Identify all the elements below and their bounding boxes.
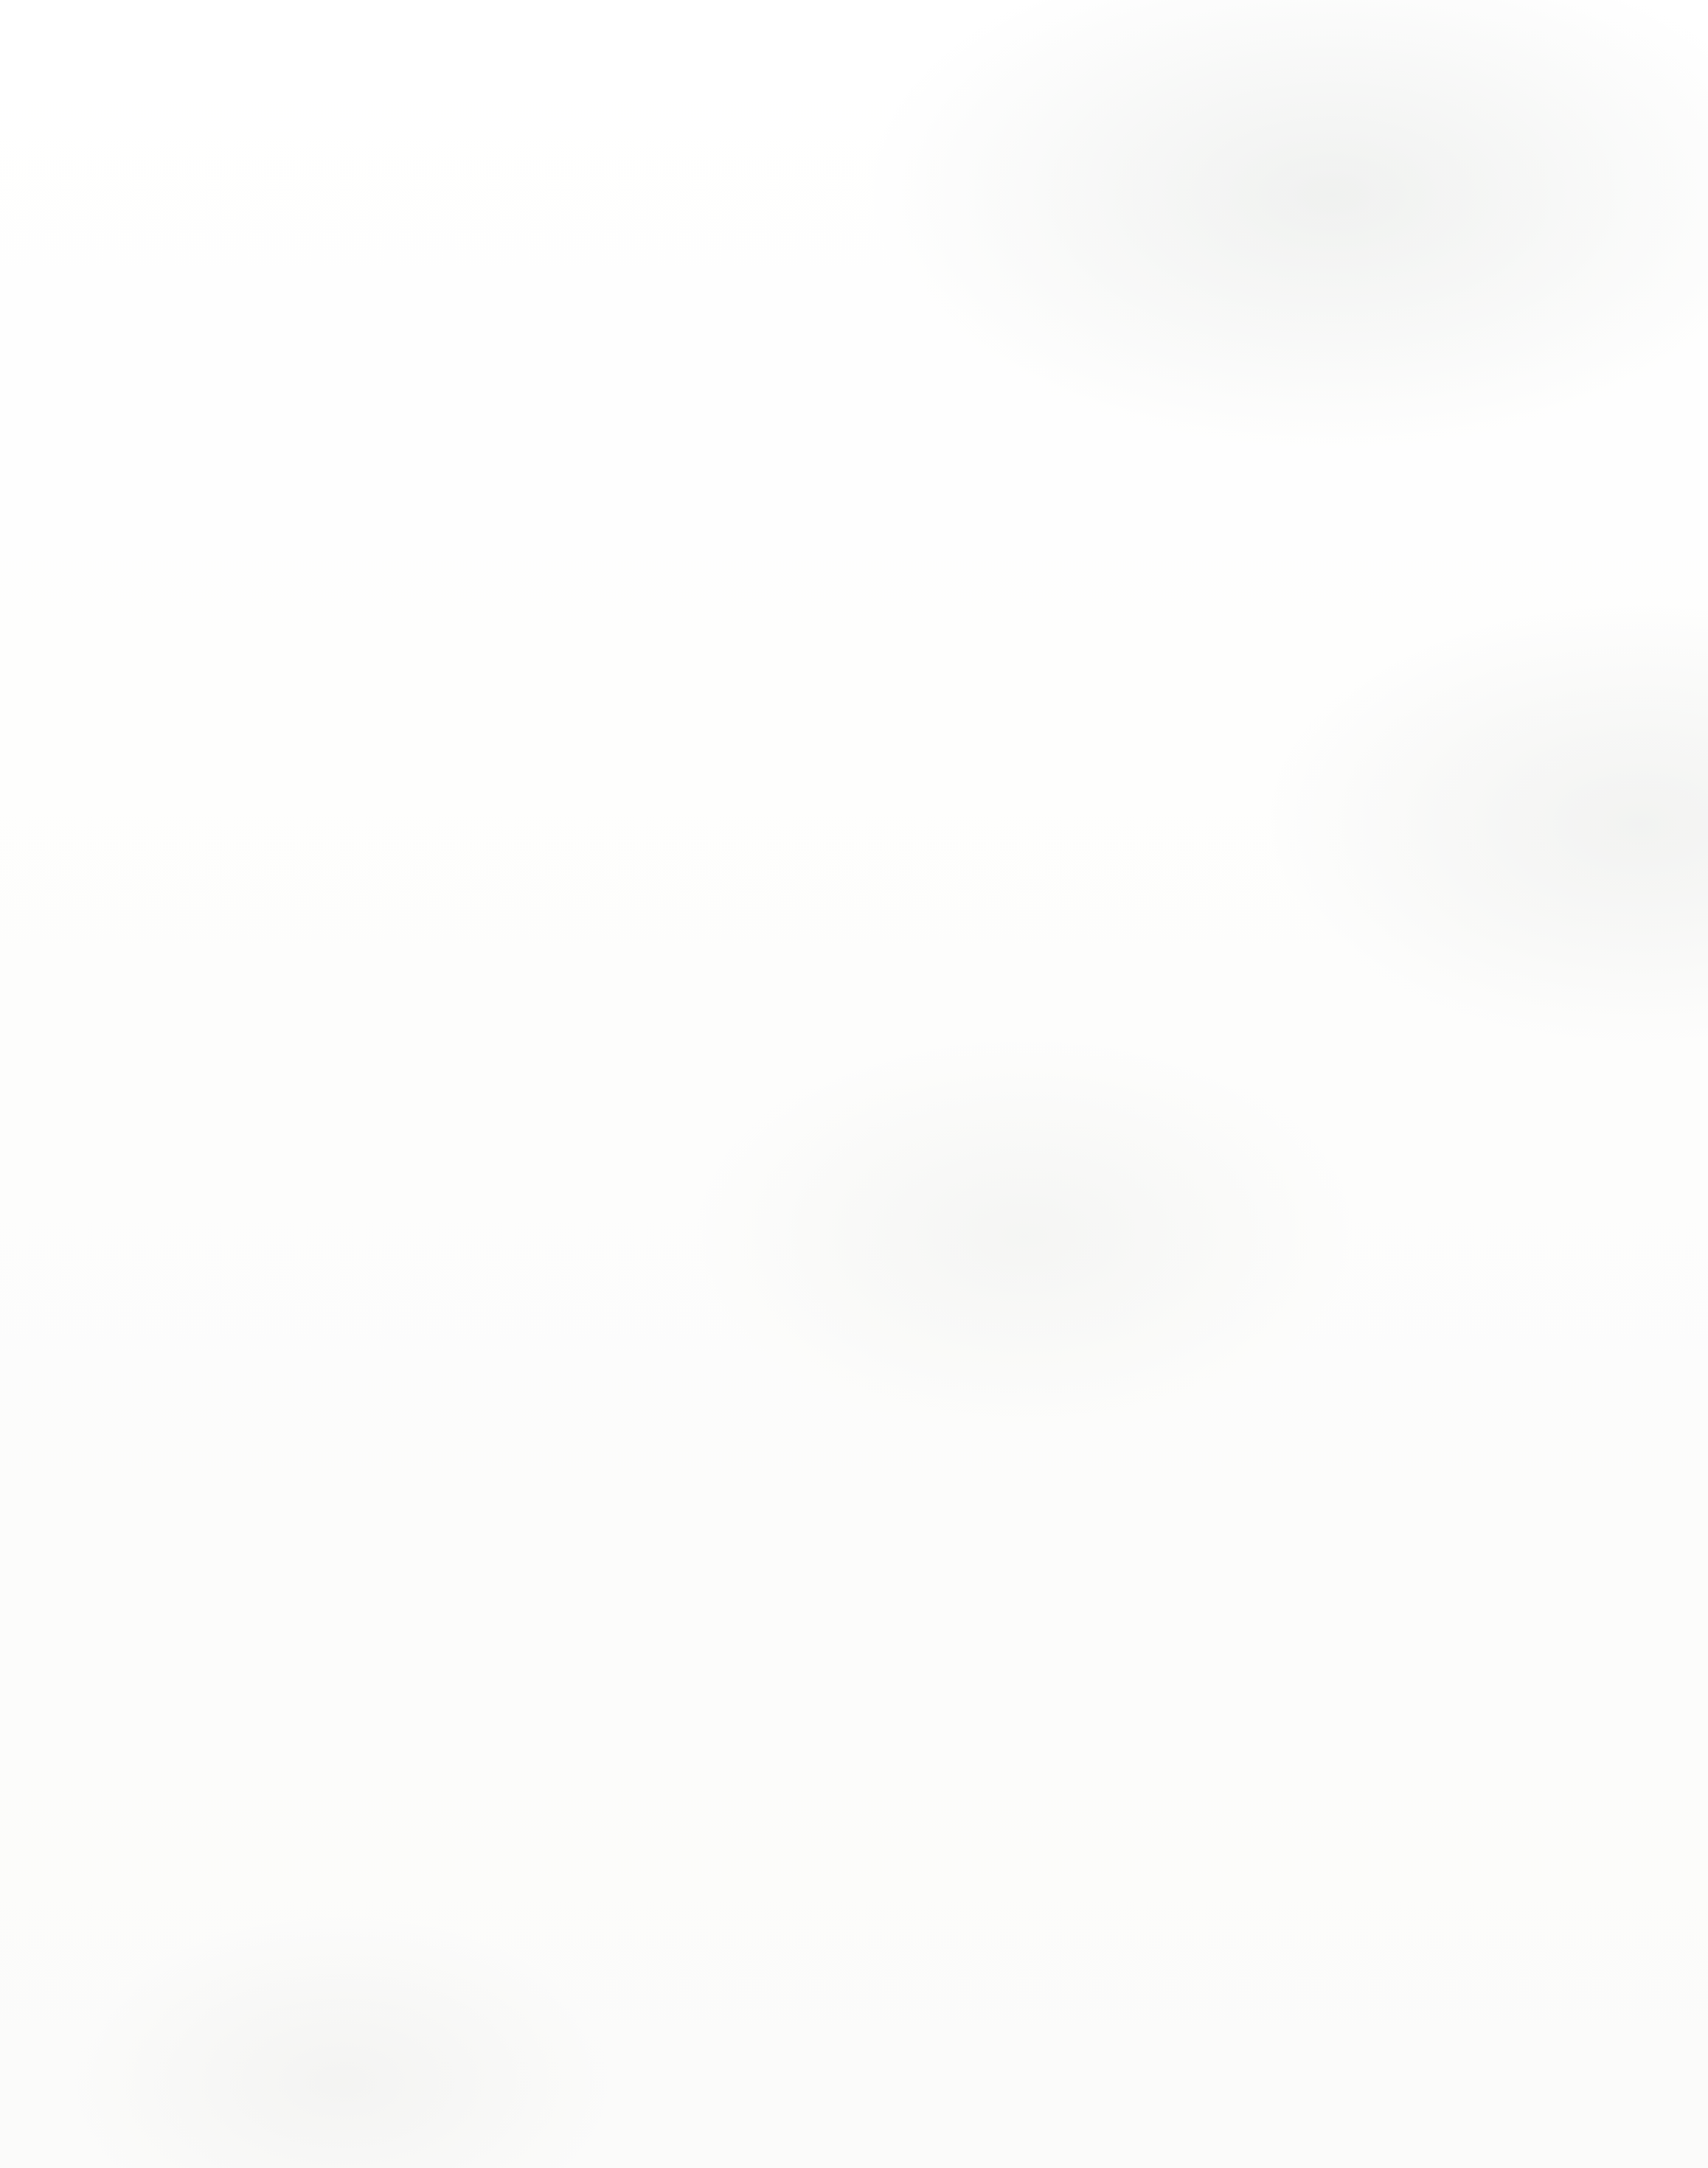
toc-section-title: Basics: [770, 539, 854, 571]
toc-entry[interactable]: 7 Wide Images and Wide Angles–Photograph…: [690, 711, 1551, 743]
toc-entry[interactable]: 6 Panoramas in Contemporary Art: [690, 668, 1218, 700]
toc-entry-title: Aligning Your Images: [770, 1435, 1025, 1467]
toc-entry[interactable]: 4 The First Panoramas: [690, 583, 1058, 614]
toc-entry-title: Panoramas in Contemporary Art: [770, 668, 1156, 700]
toc-entry[interactable]: 35 Camera Settings: [690, 1139, 1001, 1171]
toc-section-page-number: 38: [718, 1263, 751, 1295]
toc-entry[interactable]: 18 Parallax Errors: [690, 967, 980, 999]
toc-section-title: Output: [770, 1698, 863, 1730]
toc-entry-title: Turning One into Three: [770, 1742, 1052, 1773]
toc-entry-title: Historical Development: [770, 625, 1052, 657]
toc-entry[interactable]: 53 Large-Format Digital Printing: [690, 1827, 1183, 1859]
toc-entry-title: VR Panoramic Tripod Heads: [770, 1053, 1107, 1085]
toc-entry-page-number: viii: [712, 423, 751, 454]
toc-section-page-number: 16: [718, 881, 751, 913]
toc-section-title: Stitching: [770, 1263, 890, 1295]
toc-section-stitching[interactable]: 38 Stitching: [690, 1263, 909, 1295]
toc-entry-page-number: 40: [725, 1310, 751, 1338]
toc-entry[interactable]: 48 Off-the-Peg or Made-to-Measure?: [690, 1563, 1231, 1595]
toc-entry-page-number: 18: [725, 928, 751, 956]
toc-entry-list: viii But I Don‘t Have Eyes in the Back o…: [0, 0, 1708, 2168]
toc-entry[interactable]: 44 Transformation: [690, 1392, 985, 1424]
toc-entry-title: Wide Images and Wide Angles–Photographic…: [770, 711, 1442, 743]
toc-section-page-number: 2: [735, 539, 751, 571]
toc-entry-page-number: 12: [725, 757, 751, 785]
toc-page: Table of Contents viii But I Don‘t Have …: [0, 0, 1708, 2168]
toc-entry-title: Camera Settings: [770, 1139, 970, 1171]
toc-entry[interactable]: 4 Historical Development: [690, 625, 1097, 657]
toc-entry[interactable]: 53 It‘s All So Nice and Flat Here: Proje…: [690, 1870, 1427, 1902]
toc-entry-page-number: 53: [725, 1830, 751, 1858]
toc-entry-title: Post-Processing: [770, 1521, 959, 1552]
toc-entry-page-number: 47: [725, 1481, 751, 1509]
toc-entry-page-number: 52: [725, 1787, 751, 1816]
toc-entry-page-number: 48: [725, 1566, 751, 1594]
toc-entry-title: Optical Corrections: [770, 1349, 1004, 1381]
toc-entry-title: Large-Format Digital Printing: [770, 1827, 1125, 1859]
toc-entry[interactable]: 12 Panorama Cameras Then and Now: [690, 754, 1251, 785]
toc-entry[interactable]: 48 Post-Processing: [690, 1521, 989, 1552]
toc-entry-page-number: 46: [725, 1438, 751, 1466]
toc-entry-title: Transformation: [770, 1392, 955, 1424]
toc-entry-title: The First Panoramas: [770, 583, 1018, 614]
toc-entry[interactable]: 23 Hitting the Spot:: [690, 1010, 1003, 1042]
toc-entry-title: Parallax Errors: [770, 967, 951, 999]
toc-entry-page-number: 35: [725, 1142, 751, 1170]
toc-entry-title: It‘s All So Nice and Flat Here: Projecti…: [770, 1870, 1336, 1902]
toc-entry-page-number: 44: [725, 1395, 751, 1423]
toc-entry-intro[interactable]: viii But I Don‘t Have Eyes in the Back o…: [690, 423, 1483, 454]
toc-entry[interactable]: 52 Interactive Digital Panoramas: [690, 1785, 1184, 1816]
toc-entry-page-number: 48: [725, 1523, 751, 1552]
toc-entry-title: Rendering and Blending: [770, 1478, 1060, 1509]
toc-entry[interactable]: 40 Optical Corrections: [690, 1349, 1041, 1381]
toc-entry-page-number: 30: [725, 1099, 751, 1128]
toc-entry-page-number: 18: [725, 970, 751, 998]
toc-entry-page-number: 40: [725, 1352, 751, 1380]
toc-entry-title: Stitching: The Emperor‘s New Images?: [770, 1307, 1239, 1338]
toc-section-title: Shooting: [770, 881, 889, 913]
toc-entry-title: Turning on the Spot: [770, 925, 1010, 956]
toc-entry[interactable]: 46 Aligning Your Images: [690, 1435, 1066, 1467]
toc-entry-page-number: 6: [738, 671, 751, 699]
toc-entry-page-number: 7: [738, 714, 751, 742]
toc-section-page-number: 50: [718, 1698, 751, 1730]
toc-entry[interactable]: 40 Stitching: The Emperor‘s New Images?: [690, 1307, 1315, 1338]
toc-entry-page-number: 52: [725, 1745, 751, 1773]
toc-entry-title: The Dilemma, Part 1: No Hardware is Perf…: [770, 1097, 1322, 1128]
toc-entry[interactable]: 30 The Dilemma, Part 1: No Hardware is P…: [690, 1097, 1411, 1128]
toc-entry-title: But I Don‘t Have Eyes in the Back of my …: [770, 423, 1384, 454]
toc-entry-title: Off-the-Peg or Made-to-Measure?: [770, 1563, 1167, 1595]
toc-entry[interactable]: 47 Rendering and Blending: [690, 1478, 1107, 1509]
toc-entry-title: Panorama Cameras Then and Now: [770, 754, 1184, 785]
toc-entry[interactable]: 52 Turning One into Three: [690, 1742, 1097, 1773]
toc-entry-title: Interactive Digital Panoramas: [770, 1785, 1127, 1816]
toc-entry-page-number: 53: [725, 1873, 751, 1901]
toc-entry-page-number: 4: [738, 628, 751, 656]
toc-entry-continuation[interactable]: VR Panoramic Tripod Heads: [690, 1053, 1162, 1085]
toc-section-basics[interactable]: 2 Basics: [690, 539, 867, 571]
toc-entry[interactable]: 18 Turning on the Spot: [690, 925, 1049, 956]
toc-entry-page-number: 4: [738, 586, 751, 614]
toc-entry-page-number: 23: [725, 1013, 751, 1041]
toc-section-shooting[interactable]: 16 Shooting: [690, 881, 908, 913]
toc-entry-title: Hitting the Spot:: [770, 1010, 971, 1042]
toc-section-output[interactable]: 50 Output: [690, 1698, 878, 1730]
